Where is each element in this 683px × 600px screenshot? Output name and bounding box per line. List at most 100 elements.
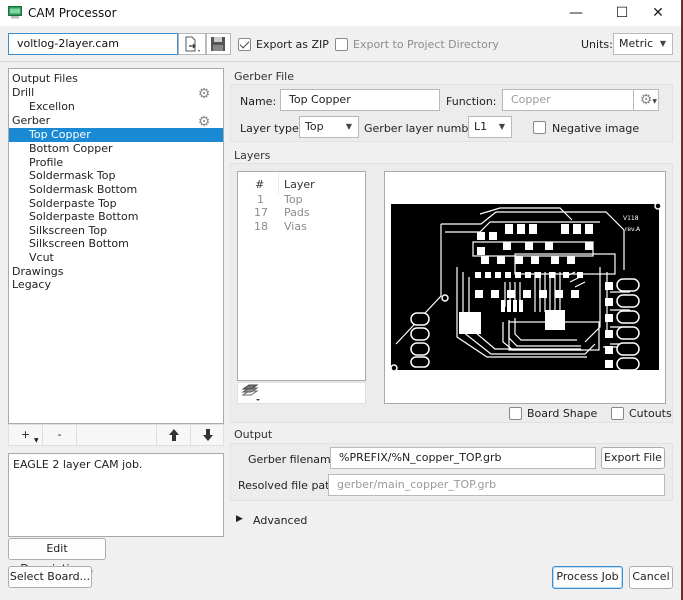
function-gear-button[interactable]: ⚙ ▼ [633, 89, 659, 111]
export-file-button[interactable]: Export File [601, 447, 665, 469]
open-file-icon [185, 36, 200, 52]
layer-name: Top [284, 193, 303, 206]
title-bar: CAM Processor — ☐ ✕ [0, 0, 681, 26]
tree-header: Output Files [12, 72, 78, 85]
export-zip-checkbox[interactable] [238, 38, 251, 51]
cam-app-icon [8, 6, 22, 19]
layer-type-value: Top [305, 120, 324, 133]
dropdown-arrow-icon: ▼ [659, 39, 666, 48]
add-icon: + [20, 428, 31, 441]
save-job-button[interactable] [206, 33, 231, 55]
gear-dropdown-arrow-icon: ▼ [652, 98, 657, 105]
layer-select-button[interactable] [238, 383, 264, 403]
gerber-layer-number-label: Gerber layer number: [364, 122, 484, 135]
negative-image-checkbox[interactable] [533, 121, 546, 134]
tree-item-silkscreen-bottom[interactable]: Silkscreen Bottom [29, 237, 129, 251]
column-header-layer: Layer [284, 178, 315, 191]
drill-settings-gear-icon[interactable]: ⚙ [197, 87, 211, 101]
cancel-button[interactable]: Cancel [629, 566, 673, 589]
close-button[interactable]: ✕ [635, 0, 681, 26]
units-select[interactable]: Metric ▼ [613, 33, 673, 55]
gerber-filename-label: Gerber filename: [248, 453, 342, 466]
tree-item-drill[interactable]: Drill [12, 86, 34, 100]
tree-item-legacy[interactable]: Legacy [12, 278, 51, 292]
minimize-button[interactable]: — [553, 0, 599, 26]
layer-number: 17 [254, 206, 268, 219]
tree-item-gerber[interactable]: Gerber [12, 114, 50, 128]
remove-output-button[interactable]: - [43, 425, 77, 445]
arrow-down-icon [202, 429, 213, 441]
edit-description-button[interactable]: Edit Description... [8, 538, 106, 575]
pcb-top-copper-preview: V118 rev.A [390, 202, 662, 372]
cutouts-checkbox[interactable] [611, 407, 624, 420]
dropdown-arrow-icon: ▼ [498, 122, 505, 131]
tree-item-drawings[interactable]: Drawings [12, 265, 63, 279]
negative-image-label: Negative image [552, 122, 640, 135]
select-board-button[interactable]: Select Board... [8, 566, 92, 588]
layers-list: # Layer 1 Top 17 Pads 18 Vias [237, 171, 366, 381]
tree-item-bottom-copper[interactable]: Bottom Copper [29, 142, 113, 156]
column-header-number: # [255, 178, 265, 191]
function-input[interactable]: Copper [502, 89, 634, 111]
output-files-tree: Output Files Drill ⚙ Excellon Gerber ⚙ T… [8, 68, 224, 424]
dropdown-arrow-icon: ▼ [345, 122, 352, 131]
layer-name: Vias [284, 220, 307, 233]
expand-triangle-icon: ▶ [236, 514, 243, 524]
name-label: Name: [240, 95, 277, 108]
tree-item-silkscreen-top[interactable]: Silkscreen Top [29, 224, 107, 238]
layer-number: 18 [254, 220, 268, 233]
units-value: Metric [619, 37, 654, 50]
gerber-settings-gear-icon[interactable]: ⚙ [197, 115, 211, 129]
resolved-path-field: gerber/main_copper_TOP.grb [328, 474, 665, 496]
layer-type-select[interactable]: Top ▼ [299, 116, 359, 138]
tree-item-solderpaste-top[interactable]: Solderpaste Top [29, 197, 117, 211]
board-shape-label: Board Shape [527, 407, 598, 420]
layers-button-bar [237, 382, 366, 404]
layer-type-label: Layer type: [240, 122, 303, 135]
gerber-layer-number-value: L1 [474, 120, 488, 133]
layers-section-title: Layers [234, 149, 271, 162]
export-project-label: Export to Project Directory [353, 38, 499, 51]
tree-item-soldermask-top[interactable]: Soldermask Top [29, 169, 115, 183]
tree-item-excellon[interactable]: Excellon [29, 100, 75, 114]
advanced-label: Advanced [253, 514, 308, 527]
layer-number: 1 [257, 193, 264, 206]
job-toolbar: voltlog-2layer.cam Export as ZIP Export … [0, 26, 681, 62]
silk-text-rev: rev.A [625, 226, 641, 233]
export-zip-label: Export as ZIP [256, 38, 329, 51]
job-description[interactable]: EAGLE 2 layer CAM job. [8, 453, 224, 537]
function-label: Function: [446, 95, 497, 108]
move-up-button[interactable] [156, 425, 190, 445]
board-shape-checkbox[interactable] [509, 407, 522, 420]
units-label: Units: [581, 38, 613, 51]
gerber-file-section-title: Gerber File [234, 70, 294, 83]
cutouts-label: Cutouts [629, 407, 672, 420]
export-project-checkbox[interactable] [335, 38, 348, 51]
name-input[interactable]: Top Copper [280, 89, 440, 111]
board-preview[interactable]: V118 rev.A [384, 171, 666, 404]
gear-icon: ⚙ [639, 92, 653, 108]
tree-item-vcut[interactable]: Vcut [29, 251, 54, 265]
job-file-input[interactable]: voltlog-2layer.cam [8, 33, 178, 55]
tree-item-soldermask-bottom[interactable]: Soldermask Bottom [29, 183, 137, 197]
arrow-up-icon [168, 429, 179, 441]
layer-name: Pads [284, 206, 310, 219]
layers-stack-icon [241, 384, 260, 401]
gerber-layer-number-select[interactable]: L1 ▼ [468, 116, 512, 138]
cam-processor-window: CAM Processor — ☐ ✕ voltlog-2layer.cam E… [0, 0, 683, 600]
tree-item-profile[interactable]: Profile [29, 156, 63, 170]
gerber-filename-input[interactable]: %PREFIX/%N_copper_TOP.grb [330, 447, 596, 469]
add-output-button[interactable]: + ▼ [9, 425, 43, 445]
save-icon [211, 37, 225, 51]
output-section-title: Output [234, 428, 273, 441]
process-job-button[interactable]: Process Job [552, 566, 623, 589]
tree-item-solderpaste-bottom[interactable]: Solderpaste Bottom [29, 210, 138, 224]
resolved-path-label: Resolved file path: [238, 479, 341, 492]
window-title: CAM Processor [28, 6, 117, 20]
silk-text-part: V118 [623, 215, 639, 222]
load-job-button[interactable] [178, 33, 206, 55]
add-dropdown-arrow-icon: ▼ [34, 437, 39, 444]
move-down-button[interactable] [190, 425, 224, 445]
tree-item-top-copper[interactable]: Top Copper [9, 128, 223, 142]
tree-button-bar: + ▼ - [8, 424, 224, 446]
